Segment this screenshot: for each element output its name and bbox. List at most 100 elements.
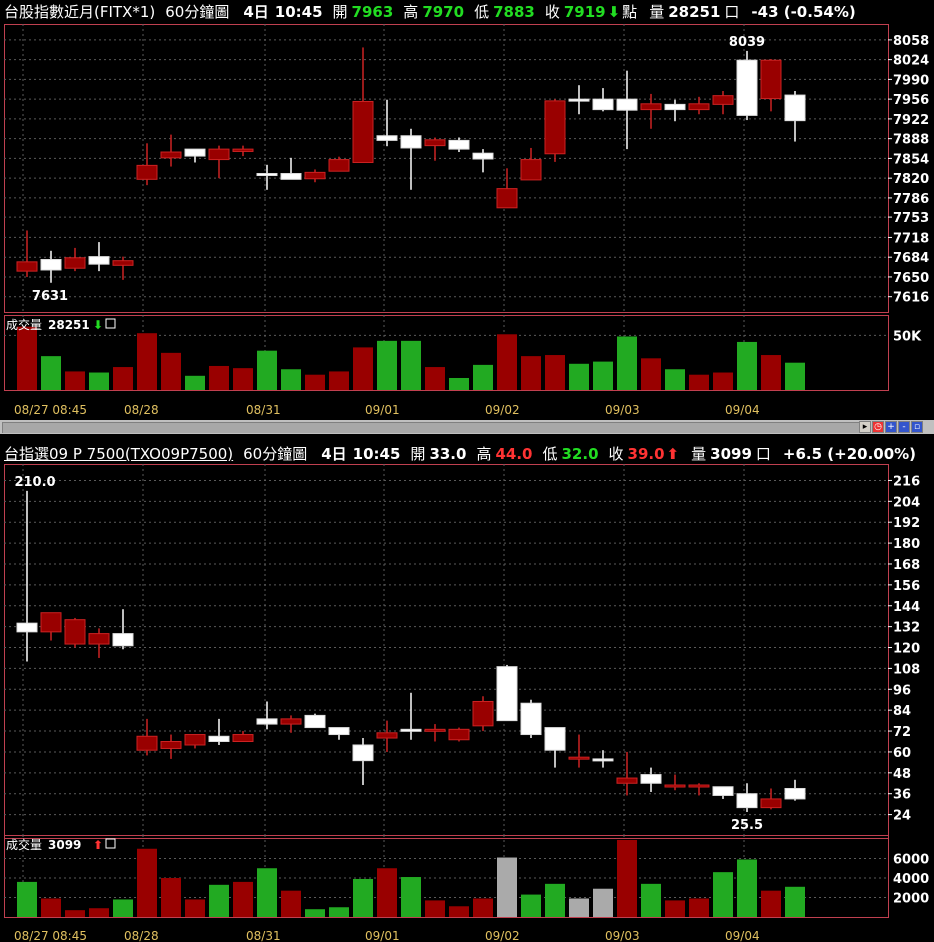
top-candle-body [544, 100, 566, 155]
top-volume-title: 成交量 [6, 317, 42, 332]
top-volume-bar [737, 341, 757, 390]
scroll-right-icon[interactable]: ▸ [859, 421, 871, 433]
bottom-ytick-label: 72 [893, 725, 911, 740]
top-candle-body [208, 148, 230, 161]
bottom-ytick-label: 84 [893, 704, 911, 719]
bottom-candle-body [40, 612, 62, 633]
top-x-label: 09/01 [365, 403, 400, 417]
bottom-volume-bar [593, 888, 613, 917]
bottom-candle-body [280, 718, 302, 725]
bottom-volume-bar [689, 898, 709, 917]
bottom-candle-body [88, 633, 110, 645]
top-candle-body [376, 135, 398, 141]
top-candle-body [232, 148, 254, 152]
top-ytick-label: 7786 [893, 192, 929, 207]
top-volume-bar [137, 333, 157, 390]
top-candle-body [688, 103, 710, 111]
top-ytick-label: 7854 [893, 152, 929, 167]
top-volume-bar [65, 371, 85, 390]
top-volume-bar [233, 368, 253, 390]
chart-canvas[interactable]: 8058 8024 7990 7956 7922 7888 7854 7820 7786 7753… [0, 0, 934, 942]
horizontal-scrollbar[interactable]: ▸ ◷ + - ▫ [0, 420, 934, 434]
bottom-candle-body [376, 732, 398, 739]
top-candle-body [640, 103, 662, 111]
bottom-low-marker: 25.5 [731, 818, 763, 833]
top-ytick-label: 7922 [893, 113, 929, 128]
top-volume-bar [761, 355, 781, 390]
bottom-candle-body [424, 728, 446, 732]
top-volume-bar [497, 334, 517, 390]
bottom-volume-bar [617, 839, 637, 917]
top-volume-bar [89, 372, 109, 390]
bottom-vol-ytick-label: 2000 [893, 892, 929, 907]
top-candle-body [616, 98, 638, 111]
bottom-x-label: 08/31 [246, 929, 281, 942]
top-volume-bar [305, 374, 325, 390]
bottom-volume-bar [569, 898, 589, 917]
bottom-candle-body [544, 727, 566, 751]
top-volume-bar [689, 374, 709, 390]
bottom-volume-bar [17, 881, 37, 917]
bottom-volume-bar [473, 898, 493, 917]
top-ytick-label: 7718 [893, 231, 929, 246]
bottom-volume-bar [497, 857, 517, 917]
bottom-volume-title: 成交量 [6, 837, 42, 852]
top-volume-bar [17, 326, 37, 390]
top-ytick-label: 7888 [893, 133, 929, 148]
bottom-candle-body [160, 741, 182, 749]
bottom-ytick-label: 144 [893, 600, 920, 615]
top-volume-value: 28251 [48, 318, 90, 332]
bottom-ytick-label: 180 [893, 537, 920, 552]
top-volume-bar [329, 371, 349, 390]
bottom-volume-box-icon [105, 838, 116, 849]
zoom-in-icon[interactable]: + [885, 421, 897, 433]
bottom-ytick-label: 156 [893, 579, 920, 594]
top-volume-bar [257, 350, 277, 390]
top-ytick-label: 8024 [893, 54, 929, 69]
bottom-volume-bar [305, 909, 325, 917]
bottom-candle-body [760, 798, 782, 809]
bottom-candle-body [520, 702, 542, 736]
top-volume-bar [281, 369, 301, 390]
top-ytick-label: 7956 [893, 93, 929, 108]
top-candle-body [736, 59, 758, 116]
bottom-candle-body [400, 728, 422, 732]
bottom-volume-bar [281, 890, 301, 917]
top-candle-body [424, 139, 446, 147]
bottom-candle-body [784, 787, 806, 800]
top-volume-box-icon [105, 318, 116, 329]
top-volume-bar [185, 375, 205, 390]
bottom-candle-body [136, 735, 158, 751]
clock-icon[interactable]: ◷ [872, 421, 884, 433]
scrollbar-track[interactable] [2, 422, 869, 433]
bottom-volume-bar [377, 868, 397, 917]
top-volume-bar [209, 365, 229, 390]
top-candle-body [448, 139, 470, 150]
top-candle-body [592, 98, 614, 111]
bottom-candle-body [568, 756, 590, 760]
bottom-ytick-label: 192 [893, 516, 920, 531]
bottom-candle-body [712, 786, 734, 796]
bottom-volume-bar [329, 907, 349, 917]
top-ytick-label: 7684 [893, 251, 929, 266]
bottom-candle-body [256, 718, 278, 725]
bottom-volume-bar [41, 898, 61, 917]
top-x-label: 09/02 [485, 403, 520, 417]
bottom-x-label: 08/28 [124, 929, 159, 942]
zoom-out-icon[interactable]: - [898, 421, 910, 433]
bottom-volume-bar [401, 877, 421, 917]
top-ytick-label: 7650 [893, 271, 929, 286]
bottom-candle-body [208, 735, 230, 743]
bottom-candle-body [352, 744, 374, 762]
bottom-x-label: 09/03 [605, 929, 640, 942]
top-x-label: 08/28 [124, 403, 159, 417]
top-volume-bar [353, 347, 373, 390]
bottom-volume-bar [353, 878, 373, 917]
top-candle-body [304, 171, 326, 180]
bottom-ytick-label: 24 [893, 809, 911, 824]
bottom-candle-body [688, 784, 710, 788]
bottom-candle-body [304, 714, 326, 729]
top-volume-bar [521, 356, 541, 390]
top-candle-body [160, 151, 182, 159]
fit-icon[interactable]: ▫ [911, 421, 923, 433]
